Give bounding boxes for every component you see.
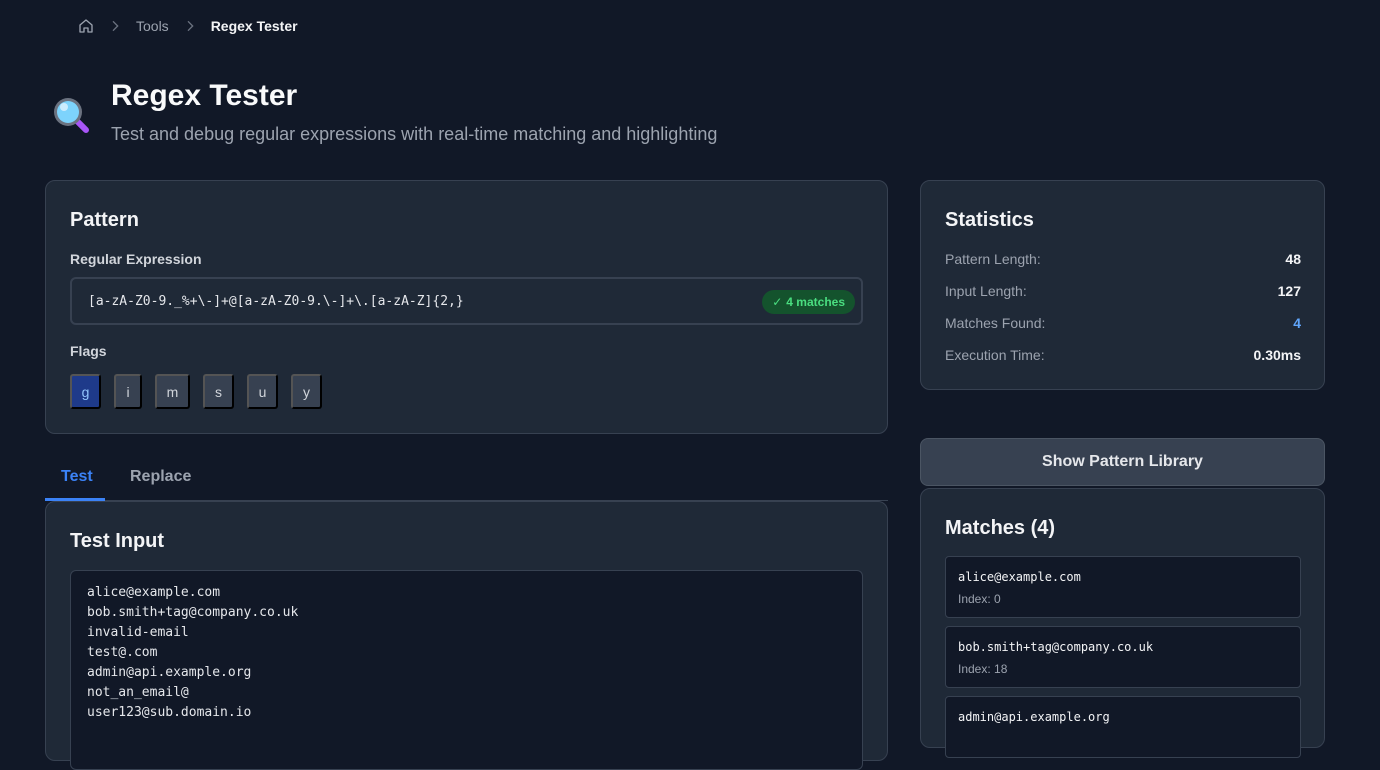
match-text: admin@api.example.org	[958, 710, 1110, 724]
test-input-card: Test Input alice@example.com bob.smith+t…	[45, 501, 888, 770]
home-icon[interactable]	[78, 18, 94, 34]
match-text: alice@example.com	[958, 570, 1081, 584]
stat-row-execution-time: Execution Time: 0.30ms	[945, 347, 1301, 363]
regex-label: Regular Expression	[70, 251, 202, 267]
stat-row-input-length: Input Length: 127	[945, 283, 1301, 299]
flag-y-button[interactable]: y	[291, 374, 322, 409]
flag-i-button[interactable]: i	[114, 374, 142, 409]
flag-s-button[interactable]: s	[203, 374, 234, 409]
stat-value: 0.30ms	[1253, 347, 1301, 363]
stat-label: Execution Time:	[945, 347, 1045, 363]
stat-label: Input Length:	[945, 283, 1027, 299]
statistics-card: Statistics Pattern Length: 48 Input Leng…	[920, 180, 1325, 390]
pattern-card: Pattern Regular Expression ✓ 4 matches F…	[45, 180, 888, 434]
tab-test[interactable]: Test	[61, 468, 93, 486]
stat-value: 48	[1285, 251, 1301, 267]
match-item[interactable]: alice@example.com Index: 0	[945, 556, 1301, 618]
match-count-text: 4 matches	[786, 295, 845, 309]
flag-m-button[interactable]: m	[155, 374, 190, 409]
match-index: Index: 18	[958, 662, 1008, 676]
page-header: Regex Tester Test and debug regular expr…	[50, 78, 717, 146]
show-pattern-library-button[interactable]: Show Pattern Library	[920, 438, 1325, 486]
tab-replace[interactable]: Replace	[130, 468, 191, 486]
flags-label: Flags	[70, 343, 107, 359]
match-count-badge: ✓ 4 matches	[762, 290, 855, 314]
page-subtitle: Test and debug regular expressions with …	[111, 124, 718, 144]
matches-card: Matches (4) alice@example.com Index: 0 b…	[920, 488, 1325, 758]
pattern-title: Pattern	[70, 209, 139, 231]
flag-u-button[interactable]: u	[247, 374, 278, 409]
breadcrumb-current: Regex Tester	[210, 18, 298, 34]
page-title: Regex Tester	[111, 79, 298, 112]
test-input-title: Test Input	[70, 530, 165, 552]
stat-row-pattern-length: Pattern Length: 48	[945, 251, 1301, 267]
breadcrumb-tools-link[interactable]: Tools	[136, 18, 169, 34]
match-item[interactable]: bob.smith+tag@company.co.uk Index: 18	[945, 626, 1301, 688]
match-text: bob.smith+tag@company.co.uk	[958, 640, 1154, 654]
matches-title: Matches (4)	[945, 517, 1056, 539]
regex-input[interactable]	[88, 293, 861, 309]
check-icon: ✓	[772, 295, 783, 309]
stat-value: 4	[1293, 315, 1301, 331]
stat-row-matches-found: Matches Found: 4	[945, 315, 1301, 331]
magnifying-glass-icon	[50, 94, 92, 136]
chevron-right-icon	[107, 18, 123, 34]
test-input-textarea[interactable]: alice@example.com bob.smith+tag@company.…	[70, 570, 863, 770]
regex-field: ✓ 4 matches	[70, 277, 863, 325]
breadcrumb: Tools Regex Tester	[78, 16, 298, 36]
mode-tabs: Test Replace	[45, 458, 888, 501]
statistics-title: Statistics	[945, 209, 1034, 231]
flag-g-button[interactable]: g	[70, 374, 101, 409]
stat-label: Pattern Length:	[945, 251, 1041, 267]
stat-label: Matches Found:	[945, 315, 1046, 331]
stat-value: 127	[1277, 283, 1301, 299]
chevron-right-icon	[182, 18, 198, 34]
match-index: Index: 0	[958, 592, 1001, 606]
match-item[interactable]: admin@api.example.org	[945, 696, 1301, 758]
flags-group: g i m s u y	[70, 374, 322, 409]
